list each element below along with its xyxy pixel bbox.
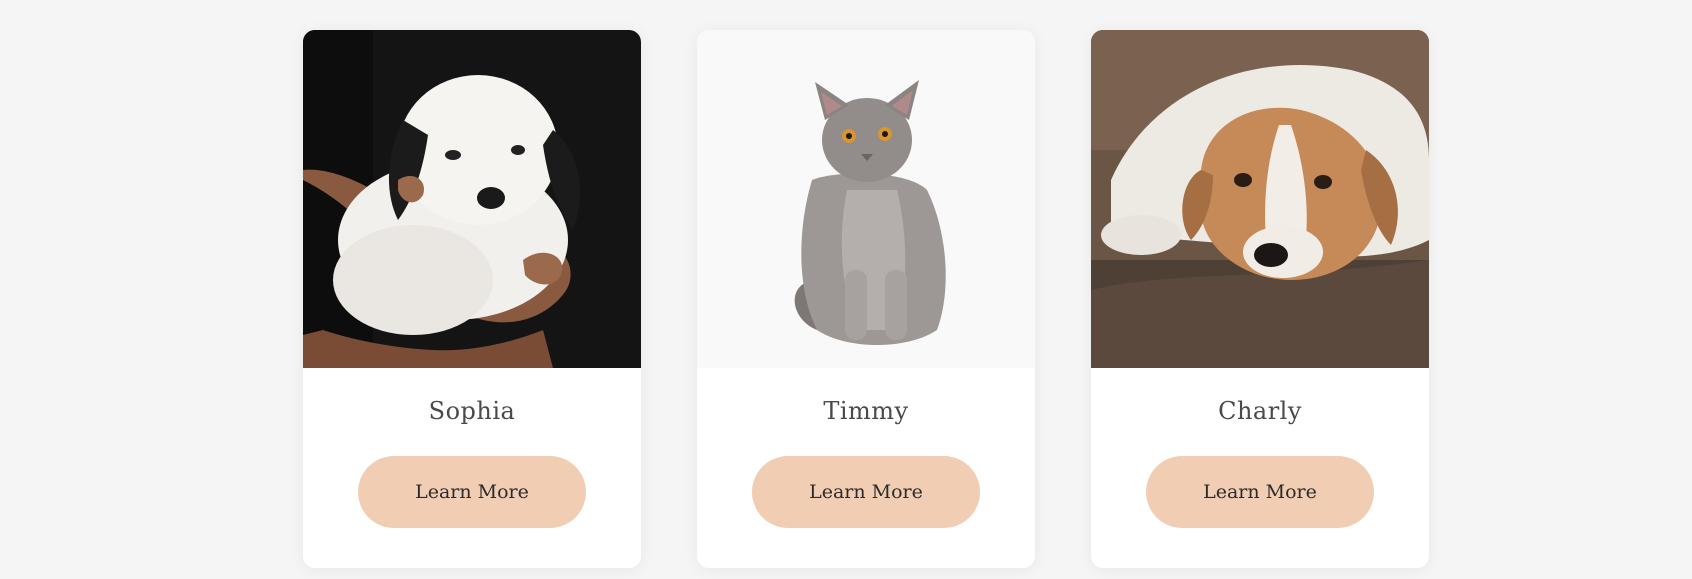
pet-photo-dog [1091, 30, 1429, 368]
pet-card-sophia[interactable]: Sophia Learn More [303, 30, 641, 568]
learn-more-button[interactable]: Learn More [358, 456, 586, 528]
learn-more-button[interactable]: Learn More [1146, 456, 1374, 528]
pet-name: Charly [1218, 397, 1302, 425]
learn-more-button[interactable]: Learn More [752, 456, 980, 528]
pet-name: Timmy [823, 397, 909, 425]
pet-photo-cat [697, 30, 1035, 368]
pet-card-charly[interactable]: Charly Learn More [1091, 30, 1429, 568]
pet-name: Sophia [428, 397, 516, 425]
pet-cards-row: Sophia Learn More Timmy Learn More Charl… [303, 30, 1429, 568]
pet-photo-puppy [303, 30, 641, 368]
pet-card-timmy[interactable]: Timmy Learn More [697, 30, 1035, 568]
